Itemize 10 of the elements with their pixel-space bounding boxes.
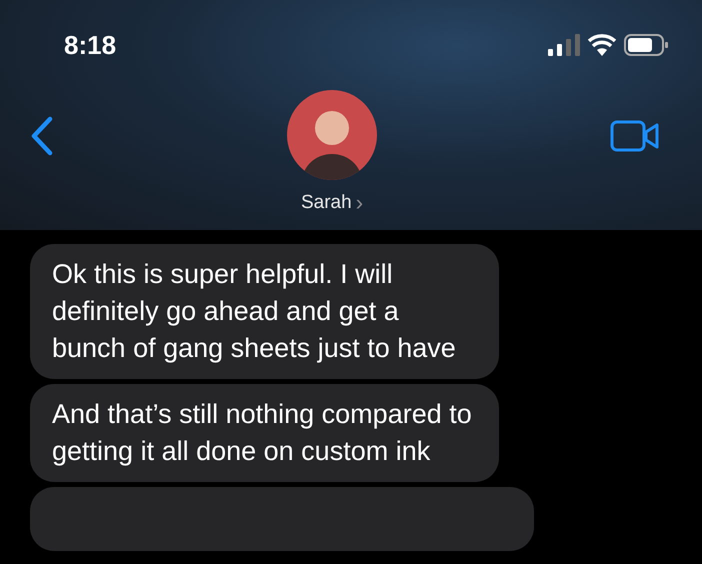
back-icon[interactable] [30,116,54,156]
wifi-icon [588,34,616,56]
chevron-icon: › [356,190,364,216]
battery-icon [624,34,668,56]
message-bubble: Ok this is super helpful. I will definitely go ahead and get a bunch of gang sheets just to have [30,244,499,379]
contact-name[interactable]: Sarah [300,192,352,214]
video-camera-icon[interactable] [610,120,660,152]
message-bubble: And that’s still nothing compared to getting it all done on custom ink [30,384,499,482]
signal-icon [548,34,580,56]
time: 8:18 [64,30,116,60]
